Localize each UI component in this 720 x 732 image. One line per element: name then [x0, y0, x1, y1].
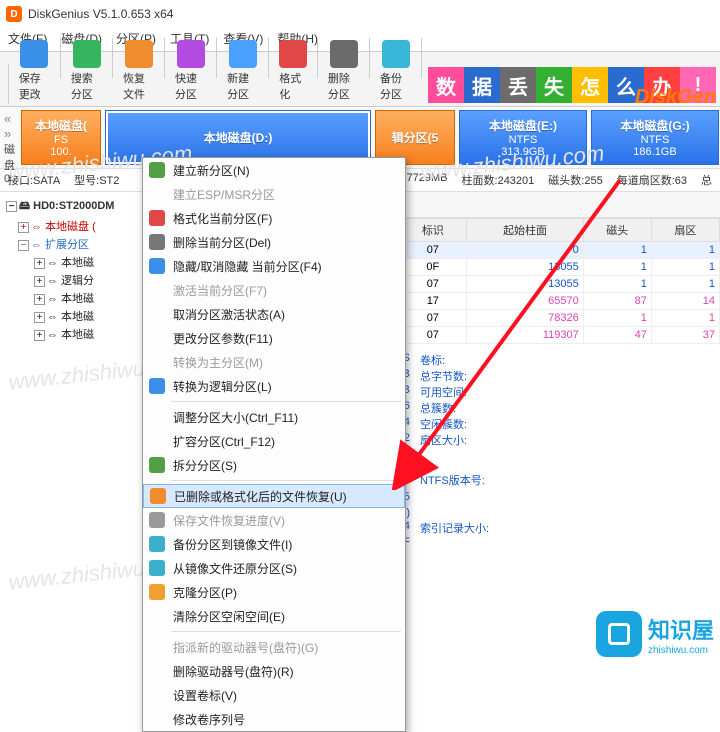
menu-item[interactable]: 设置卷标(V) [143, 683, 405, 707]
menu-icon [149, 162, 165, 178]
zhishiwu-icon [596, 611, 642, 657]
toolbar-搜索分区[interactable]: 搜索分区 [65, 38, 108, 104]
menu-item[interactable]: 从镜像文件还原分区(S) [143, 556, 405, 580]
tree-volume[interactable]: +⇔ 逻辑分 [30, 271, 145, 289]
menu-icon [149, 560, 165, 576]
menu-item[interactable]: 更改分区参数(F11) [143, 326, 405, 350]
toolbar-icon [382, 40, 410, 68]
menu-icon [149, 258, 165, 274]
menu-item[interactable]: 已删除或格式化后的文件恢复(U) [143, 484, 405, 508]
menu-item[interactable]: 隐藏/取消隐藏 当前分区(F4) [143, 254, 405, 278]
menu-icon [150, 488, 166, 504]
menu-item[interactable]: 修改卷序列号 [143, 707, 405, 731]
partition-box[interactable]: 本地磁盘(G:)NTFS186.1GB [591, 110, 719, 165]
menu-item: 转换为主分区(M) [143, 350, 405, 374]
toolbar-新建分区[interactable]: 新建分区 [221, 38, 264, 104]
zhishiwu-badge: 知识屋 zhishiwu.com [596, 611, 714, 657]
menu-item[interactable]: 取消分区激活状态(A) [143, 302, 405, 326]
partition-box[interactable]: 本地磁盘(E:)NTFS313.9GB [459, 110, 587, 165]
menu-icon [149, 536, 165, 552]
toolbar-快速分区[interactable]: 快速分区 [169, 38, 212, 104]
window-title: DiskGenius V5.1.0.653 x64 [28, 7, 173, 21]
menu-icon [149, 378, 165, 394]
toolbar-icon [279, 40, 307, 68]
toolbar-格式化[interactable]: 格式化 [273, 38, 313, 104]
menu-item[interactable]: 调整分区大小(Ctrl_F11) [143, 405, 405, 429]
menu-item: 指派新的驱动器号(盘符)(G) [143, 635, 405, 659]
menu-icon [149, 210, 165, 226]
menu-icon [149, 584, 165, 600]
toolbar: 保存更改搜索分区恢复文件快速分区新建分区格式化删除分区备份分区 数据丢失怎么办! [0, 51, 720, 107]
toolbar-保存更改[interactable]: 保存更改 [13, 38, 56, 104]
context-menu[interactable]: 建立新分区(N)建立ESP/MSR分区格式化当前分区(F)删除当前分区(Del)… [142, 157, 406, 732]
menu-item[interactable]: 克隆分区(P) [143, 580, 405, 604]
menu-item[interactable]: 清除分区空闲空间(E) [143, 604, 405, 628]
menu-item[interactable]: 建立新分区(N) [143, 158, 405, 182]
menu-item[interactable]: 拆分分区(S) [143, 453, 405, 477]
app-icon: D [6, 6, 22, 22]
collapse-icon[interactable]: − [6, 201, 17, 212]
menu-item: 建立ESP/MSR分区 [143, 182, 405, 206]
toolbar-icon [125, 40, 153, 68]
menu-item[interactable]: 备份分区到镜像文件(I) [143, 532, 405, 556]
toolbar-icon [73, 40, 101, 68]
toolbar-备份分区[interactable]: 备份分区 [374, 38, 417, 104]
menu-icon [149, 234, 165, 250]
disk-tree[interactable]: −🖴 HD0:ST2000DM +⇔ 本地磁盘 ( −⇔ 扩展分区 +⇔ 本地磁… [0, 192, 148, 640]
menu-item[interactable]: 转换为逻辑分区(L) [143, 374, 405, 398]
titlebar: D DiskGenius V5.1.0.653 x64 [0, 0, 720, 28]
tree-volume[interactable]: +⇔ 本地磁 [30, 307, 145, 325]
menu-item[interactable]: 格式化当前分区(F) [143, 206, 405, 230]
toolbar-icon [177, 40, 205, 68]
tree-volume[interactable]: +⇔ 本地磁 [30, 289, 145, 307]
menu-item[interactable]: 删除当前分区(Del) [143, 230, 405, 254]
disk-nav: « » 磁盘 0 [0, 107, 19, 168]
menu-item[interactable]: 扩容分区(Ctrl_F12) [143, 429, 405, 453]
toolbar-icon [20, 40, 48, 68]
toolbar-icon [330, 40, 358, 68]
tree-volume[interactable]: +⇔ 本地磁 [30, 253, 145, 271]
toolbar-icon [229, 40, 257, 68]
tree-volume[interactable]: +⇔ 本地磁 [30, 325, 145, 343]
menu-item: 保存文件恢复进度(V) [143, 508, 405, 532]
menu-icon [149, 512, 165, 528]
menu-icon [149, 457, 165, 473]
toolbar-恢复文件[interactable]: 恢复文件 [117, 38, 160, 104]
diskgenius-logo: DiskGen [635, 86, 716, 109]
partition-box[interactable]: 本地磁盘(FS100. [21, 110, 101, 165]
menu-item: 激活当前分区(F7) [143, 278, 405, 302]
toolbar-删除分区[interactable]: 删除分区 [322, 38, 365, 104]
